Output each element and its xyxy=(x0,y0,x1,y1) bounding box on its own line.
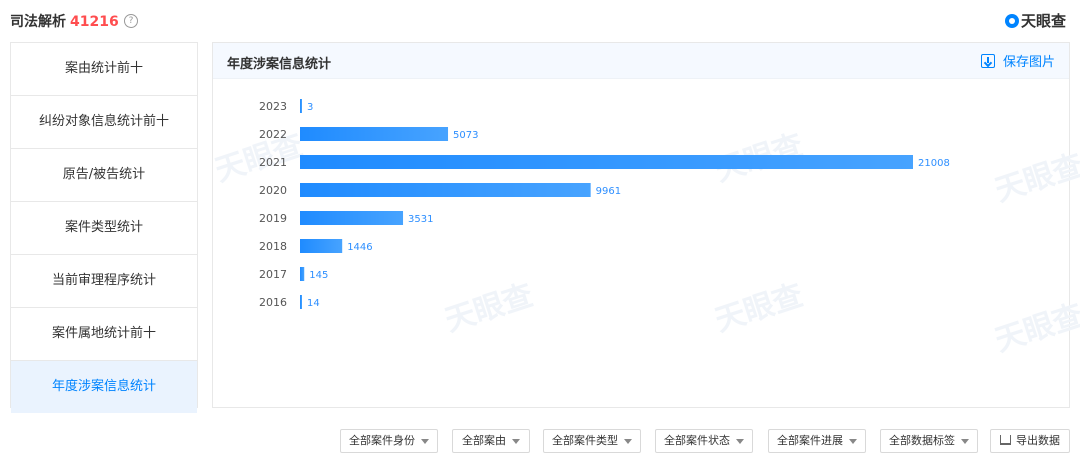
tianyancha-logo-icon xyxy=(1004,13,1019,28)
bar[interactable] xyxy=(300,295,302,309)
data-label: 1446 xyxy=(347,242,372,253)
bar[interactable] xyxy=(300,267,305,281)
section-title-text: 司法解析 xyxy=(10,14,66,30)
sidebar-item-case-type[interactable]: 案件类型统计 xyxy=(11,202,197,255)
y-tick-label: 2021 xyxy=(259,156,287,169)
bar[interactable] xyxy=(300,183,591,197)
caret-down-icon xyxy=(736,438,744,444)
case-count: 41216 xyxy=(70,14,119,30)
bar[interactable] xyxy=(300,127,449,141)
y-tick-label: 2019 xyxy=(259,212,287,225)
y-tick-label: 2017 xyxy=(259,268,287,281)
header: 司法解析 41216 ? 天眼查 xyxy=(10,8,1070,34)
data-label: 9961 xyxy=(596,186,621,197)
caret-down-icon xyxy=(849,438,857,444)
filter-case-type[interactable]: 全部案件类型 xyxy=(543,429,641,453)
y-tick-label: 2022 xyxy=(259,128,287,141)
caret-down-icon xyxy=(961,438,969,444)
data-label: 3 xyxy=(307,102,313,113)
filter-data-tag-label: 全部数据标签 xyxy=(889,434,955,447)
export-icon xyxy=(1000,435,1011,445)
filter-case-status-label: 全部案件状态 xyxy=(664,434,730,447)
export-data-button[interactable]: 导出数据 xyxy=(990,429,1070,453)
data-label: 21008 xyxy=(918,158,950,169)
brand-name: 天眼查 xyxy=(1020,12,1066,30)
data-label: 14 xyxy=(307,298,320,309)
chart-panel: 年度涉案信息统计 保存图片 天眼查 天眼查 天眼查 天眼查 天眼查 天眼查 20… xyxy=(211,42,1080,408)
annual-cases-bar-chart: 2023 3 2022 5073 2021 21008 2020 9961 2019 3531 20… xyxy=(259,99,950,309)
bar[interactable] xyxy=(300,211,404,225)
filter-case-status[interactable]: 全部案件状态 xyxy=(655,429,753,453)
data-label: 5073 xyxy=(453,130,478,141)
data-label: 145 xyxy=(309,270,328,281)
filter-case-identity-label: 全部案件身份 xyxy=(349,434,415,447)
data-label: 3531 xyxy=(408,214,433,225)
panel-header: 年度涉案信息统计 保存图片 xyxy=(213,43,1069,79)
panel-title: 年度涉案信息统计 xyxy=(227,57,332,72)
filter-case-progress[interactable]: 全部案件进展 xyxy=(768,429,866,453)
sidebar-item-trial-procedure[interactable]: 当前审理程序统计 xyxy=(11,255,197,308)
bar[interactable] xyxy=(300,239,343,253)
download-icon xyxy=(980,53,995,68)
bar[interactable] xyxy=(300,99,302,113)
bar[interactable] xyxy=(300,155,913,169)
export-data-label: 导出数据 xyxy=(1016,434,1060,447)
filter-case-type-label: 全部案件类型 xyxy=(552,434,618,447)
y-tick-label: 2020 xyxy=(259,184,287,197)
brand-logo: 天眼查 xyxy=(1004,10,1066,31)
sidebar-item-annual-cases[interactable]: 年度涉案信息统计 xyxy=(11,361,197,413)
section-title: 司法解析 41216 xyxy=(10,11,119,31)
filter-cause-label: 全部案由 xyxy=(462,434,506,447)
caret-down-icon xyxy=(624,438,632,444)
save-image-button[interactable]: 保存图片 xyxy=(980,51,1055,70)
y-tick-label: 2016 xyxy=(259,296,287,309)
y-tick-label: 2023 xyxy=(259,100,287,113)
save-image-label: 保存图片 xyxy=(1002,55,1055,70)
sidebar: 案由统计前十 纠纷对象信息统计前十 原告/被告统计 案件类型统计 当前审理程序统… xyxy=(10,42,198,413)
filter-data-tag[interactable]: 全部数据标签 xyxy=(880,429,978,453)
sidebar-item-cause-top10[interactable]: 案由统计前十 xyxy=(11,43,197,96)
filter-case-identity[interactable]: 全部案件身份 xyxy=(340,429,438,453)
help-circle-icon[interactable]: ? xyxy=(124,14,138,28)
filter-case-progress-label: 全部案件进展 xyxy=(777,434,843,447)
sidebar-item-plaintiff-defendant[interactable]: 原告/被告统计 xyxy=(11,149,197,202)
sidebar-item-case-location-top10[interactable]: 案件属地统计前十 xyxy=(11,308,197,361)
sidebar-item-dispute-target-top10[interactable]: 纠纷对象信息统计前十 xyxy=(11,96,197,149)
filter-cause[interactable]: 全部案由 xyxy=(452,429,530,453)
caret-down-icon xyxy=(512,438,520,444)
y-tick-label: 2018 xyxy=(259,240,287,253)
caret-down-icon xyxy=(421,438,429,444)
